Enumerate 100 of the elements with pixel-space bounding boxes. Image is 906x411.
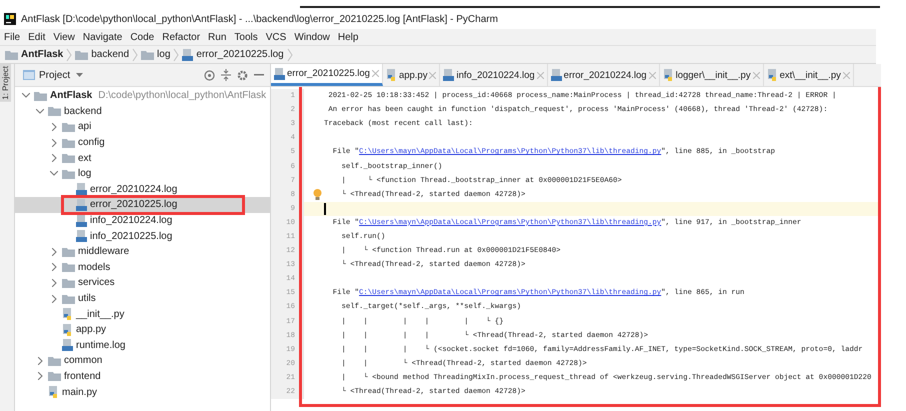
text-cursor [324,202,326,215]
folder-icon [62,262,75,272]
folder-icon [62,168,75,179]
editor-tab[interactable]: error_20210224.log [548,64,660,86]
python-file-icon [662,69,674,81]
lightbulb-icon[interactable] [313,189,322,200]
folder-icon [48,106,61,116]
menu-item[interactable]: Edit [28,32,46,42]
collapse-icon[interactable] [221,69,231,81]
breadcrumb-item[interactable]: error_20210225.log [196,49,284,60]
tree-item[interactable]: common [15,353,270,369]
tree-item[interactable]: info_20210224.log [15,212,270,228]
tree-item[interactable]: app.py [15,322,270,338]
tree-item[interactable]: error_20210225.log [15,197,270,213]
folder-icon [62,278,75,288]
tree-item[interactable]: backend [15,104,270,120]
tree-item[interactable]: middleware [15,244,270,260]
folder-icon [75,50,88,60]
panel-title[interactable]: Project [39,70,70,80]
tree-item-label: models [78,262,110,273]
menu-item[interactable]: Navigate [82,32,122,42]
python-file-icon [48,386,59,398]
menu-item[interactable]: VCS [266,32,286,42]
log-file-icon [76,214,87,227]
tree-item[interactable]: api [15,119,270,135]
tree-item-label: app.py [76,324,106,336]
breadcrumb-item[interactable]: log [157,49,170,60]
tree-item-label: info_20210224.log [90,215,172,226]
tree-item[interactable]: utils [15,290,270,306]
tree-item[interactable]: info_20210225.log [15,228,270,244]
editor-tab[interactable]: info_20210224.log [440,64,548,86]
folder-icon [62,138,75,148]
breadcrumb-item[interactable]: AntFlask [21,49,64,60]
tree-item-label: log [78,168,92,180]
folder-icon [62,153,75,164]
log-file-icon [76,183,87,196]
menu-item[interactable]: Refactor [162,32,200,42]
log-file-icon [182,48,194,60]
folder-icon [62,122,75,132]
tree-item[interactable]: models [15,260,270,276]
folder-icon [62,246,75,257]
tree-item[interactable]: log [15,166,270,182]
project-tool-tab[interactable]: 1: Project [0,64,11,102]
tree-item[interactable]: services [15,275,270,291]
chevron-icon [132,48,138,62]
tree-item-label: AntFlask [50,90,92,102]
panel-icon [23,70,35,80]
editor-tab[interactable]: ext\__init__.py [764,64,854,86]
menu-item[interactable]: View [53,32,75,42]
tree-item-label: services [78,277,115,288]
tree-item-label: utils [78,293,96,304]
tree-item-label: runtime.log [76,340,126,351]
tree-item[interactable]: runtime.log [15,338,270,354]
menu-item[interactable]: Code [130,32,154,42]
folder-icon [141,50,154,60]
folder-icon [48,356,61,366]
tree-item[interactable]: __init__.py [15,306,270,322]
tree-item[interactable]: main.py [15,384,270,400]
menu-item[interactable]: Window [294,32,330,42]
log-file-icon [76,198,87,211]
editor-tab[interactable]: error_20210225.log [271,64,383,86]
tree-item-label: info_20210225.log [90,230,172,242]
tree-item[interactable]: AntFlask D:\code\python\local_python\AntFlask [15,88,270,104]
menu-item[interactable]: File [4,32,20,42]
tree-item-label: backend [64,106,102,117]
tree-item-label: api [78,121,92,132]
window-title: AntFlask [D:\code\python\local_python\AntFlask] - ...\backend\log\error_20210225.log [AntFlask] - PyCharm [21,14,498,24]
tree-item-label: config [78,137,105,148]
tree-item[interactable]: frontend [15,368,270,384]
tree-item[interactable]: config [15,134,270,150]
folder-icon [5,50,18,60]
tree-item-label: __init__.py [76,308,124,320]
minimize-icon[interactable] [254,74,264,76]
log-file-icon [76,230,87,242]
settings-icon[interactable] [237,70,248,80]
log-file-icon [62,339,73,352]
python-file-icon [386,69,397,81]
log-file-icon [443,69,454,81]
log-file-icon [550,69,562,81]
folder-icon [48,371,61,382]
tree-item[interactable]: error_20210224.log [15,182,270,198]
tree-item-label: middleware [78,246,130,258]
chevron-icon [66,48,72,62]
tree-item-label: common [64,355,102,366]
chevron-icon [286,48,293,62]
editor-tab[interactable]: logger\__init__.py [660,64,764,86]
tree-item-label: frontend [64,370,101,382]
menu-item[interactable]: Run [208,32,226,42]
menu-item[interactable]: Tools [234,32,258,42]
folder-icon [62,294,75,304]
breadcrumb-item[interactable]: backend [91,49,130,60]
app-logo-icon [4,13,16,25]
tree-item-label: error_20210225.log [90,199,178,210]
locate-icon[interactable] [204,70,215,80]
menu-item[interactable]: Help [338,32,358,42]
dropdown-icon[interactable] [76,72,84,78]
tree-item[interactable]: ext [15,150,270,166]
tree-item-label: main.py [62,386,98,398]
python-file-icon [62,324,73,336]
editor-tab[interactable]: app.py [382,64,440,86]
